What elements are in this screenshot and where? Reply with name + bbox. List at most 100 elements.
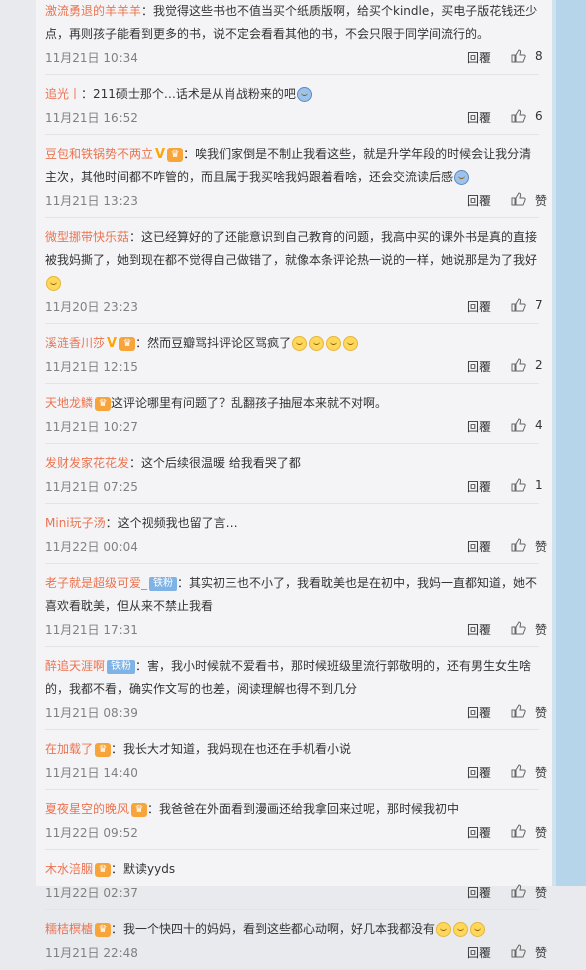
emoji-icon [309, 336, 325, 351]
comment-item: Mini玩子汤：这个视频我也留了言… 11月22日 00:04 回覆 赞 [45, 504, 547, 564]
comment-text: 这评论哪里有问题了？乱翻孩子抽屉本来就不对啊。 [111, 396, 388, 410]
reply-button[interactable]: 回覆 [467, 109, 491, 126]
thumbs-up-icon[interactable] [511, 478, 526, 492]
comment-username[interactable]: 激流勇退的羊羊羊 [45, 4, 141, 18]
thumbs-up-icon[interactable] [511, 192, 526, 206]
like-count: 1 [535, 478, 543, 492]
verified-icon: V [107, 336, 118, 351]
reply-button[interactable]: 回覆 [467, 704, 491, 721]
comment-username[interactable]: 微型挪带快乐菇 [45, 230, 129, 244]
like-count: 赞 [535, 194, 548, 208]
verified-icon: V [155, 147, 166, 162]
thumbs-up-icon[interactable] [511, 109, 526, 123]
thumbs-up-icon[interactable] [511, 944, 526, 958]
emoji-icon [292, 336, 308, 351]
comment-item: 老子就是超级可爱_ 铁粉 ：其实初三也不小了，我看耽美也是在初中，我妈一直都知道，她… [45, 564, 547, 647]
reply-button[interactable]: 回覆 [467, 824, 491, 841]
comment-text: ：这个视频我也留了言… [105, 516, 238, 530]
reply-button[interactable]: 回覆 [467, 478, 491, 495]
comment-item: 醉追天涯啊 铁粉 ：害，我小时候就不爱看书，那时候班级里流行郭敬明的，还有男生女生啥… [45, 647, 547, 730]
comment-username[interactable]: 糯桔榠樝 [45, 922, 93, 936]
comment-username[interactable]: 在加载了 [45, 742, 93, 756]
comment-date: 11月21日 16:52 [45, 111, 138, 125]
comment-date: 11月21日 07:25 [45, 480, 138, 494]
comment-username[interactable]: 老子就是超级可爱_ [45, 576, 147, 590]
comment-date: 11月20日 23:23 [45, 300, 138, 314]
thumbs-up-icon[interactable] [511, 704, 526, 718]
comment-item: 糯桔榠樝 ♛ ：我一个快四十的妈妈，看到这些都心动啊，好几本我都没有 11月21日 … [45, 910, 547, 970]
comment-username[interactable]: 醉追天涯啊 [45, 659, 105, 673]
comment-text: ：我长大才知道，我妈现在也还在手机看小说 [111, 742, 352, 756]
comment-date: 11月22日 00:04 [45, 540, 138, 554]
emoji-icon [326, 336, 342, 351]
emoji-icon [46, 276, 61, 291]
fan-badge: 铁粉 [149, 576, 178, 591]
comment-username[interactable]: 木水涪胭 [45, 862, 93, 876]
thumbs-up-icon[interactable] [511, 298, 526, 312]
comment-item: 溪涟香川莎 V ♛ ：然而豆瓣骂抖评论区骂疯了 11月21日 12:15 回覆 2 [45, 324, 543, 384]
thumbs-up-icon[interactable] [511, 621, 526, 635]
fan-badge: 铁粉 [107, 659, 136, 674]
thumbs-up-icon[interactable] [511, 538, 526, 552]
comment-username[interactable]: 发财发家花花发 [45, 456, 129, 470]
member-icon: ♛ [95, 396, 112, 411]
thumbs-up-icon[interactable] [511, 49, 526, 63]
thumbs-up-icon[interactable] [511, 418, 526, 432]
member-icon: ♛ [95, 862, 112, 877]
comment-username[interactable]: 天地龙鳞 [45, 396, 93, 410]
reply-button[interactable]: 回覆 [467, 538, 491, 555]
comment-date: 11月22日 09:52 [45, 826, 138, 840]
comment-date: 11月21日 14:40 [45, 766, 138, 780]
like-count: 赞 [535, 623, 548, 637]
comment-item: 木水涪胭 ♛ ：默读yyds 11月22日 02:37 回覆 赞 [45, 850, 547, 910]
reply-button[interactable]: 回覆 [467, 764, 491, 781]
comment-date: 11月21日 08:39 [45, 706, 138, 720]
comment-username[interactable]: 豆包和铁锅势不两立 [45, 147, 153, 161]
comment-username[interactable]: 溪涟香川莎 [45, 336, 105, 350]
comment-item: 天地龙鳞 ♛ 这评论哪里有问题了？乱翻孩子抽屉本来就不对啊。 11月21日 10:2… [45, 384, 543, 444]
thumbs-up-icon[interactable] [511, 884, 526, 898]
thumbs-up-icon[interactable] [511, 358, 526, 372]
comment-item: 在加载了 ♛ ：我长大才知道，我妈现在也还在手机看小说 11月21日 14:40 回覆… [45, 730, 547, 790]
like-count: 赞 [535, 766, 548, 780]
like-count: 7 [535, 298, 543, 312]
comment-item: 微型挪带快乐菇：这已经算好的了还能意识到自己教育的问题，我高中买的课外书是真的直… [45, 218, 543, 324]
thumbs-up-icon[interactable] [511, 764, 526, 778]
like-count: 赞 [535, 886, 548, 900]
reply-button[interactable]: 回覆 [467, 621, 491, 638]
emoji-icon [470, 922, 486, 937]
like-count: 赞 [535, 540, 548, 554]
reply-button[interactable]: 回覆 [467, 884, 491, 901]
reply-button[interactable]: 回覆 [467, 418, 491, 435]
like-count: 4 [535, 418, 543, 432]
comment-date: 11月21日 12:15 [45, 360, 138, 374]
comment-date: 11月21日 10:27 [45, 420, 138, 434]
emoji-icon [453, 922, 469, 937]
comment-text: ：211硕士那个…话术是从肖战粉来的吧 [81, 87, 296, 101]
comment-text: ：这个后续很温暖 给我看哭了都 [129, 456, 301, 470]
like-count: 8 [535, 49, 543, 63]
comment-username[interactable]: 追光丨 [45, 87, 81, 101]
reply-button[interactable]: 回覆 [467, 298, 491, 315]
like-count: 赞 [535, 706, 548, 720]
left-margin [0, 0, 36, 886]
member-icon: ♛ [167, 147, 184, 162]
comment-date: 11月21日 10:34 [45, 51, 138, 65]
comment-username[interactable]: Mini玩子汤 [45, 516, 106, 530]
reply-button[interactable]: 回覆 [467, 944, 491, 961]
reply-button[interactable]: 回覆 [467, 358, 491, 375]
like-count: 赞 [535, 826, 548, 840]
right-sidebar-edge [556, 0, 586, 886]
comment-username[interactable]: 夏夜星空的晚风 [45, 802, 129, 816]
reply-button[interactable]: 回覆 [467, 192, 491, 209]
member-icon: ♛ [131, 802, 148, 817]
thumbs-up-icon[interactable] [511, 824, 526, 838]
reply-button[interactable]: 回覆 [467, 49, 491, 66]
emoji-icon [343, 336, 359, 351]
comment-item: 发财发家花花发：这个后续很温暖 给我看哭了都 11月21日 07:25 回覆 1 [45, 444, 543, 504]
comment-date: 11月22日 02:37 [45, 886, 138, 900]
comment-date: 11月21日 17:31 [45, 623, 138, 637]
member-icon: ♛ [119, 336, 136, 351]
like-count: 2 [535, 358, 543, 372]
member-icon: ♛ [95, 922, 112, 937]
